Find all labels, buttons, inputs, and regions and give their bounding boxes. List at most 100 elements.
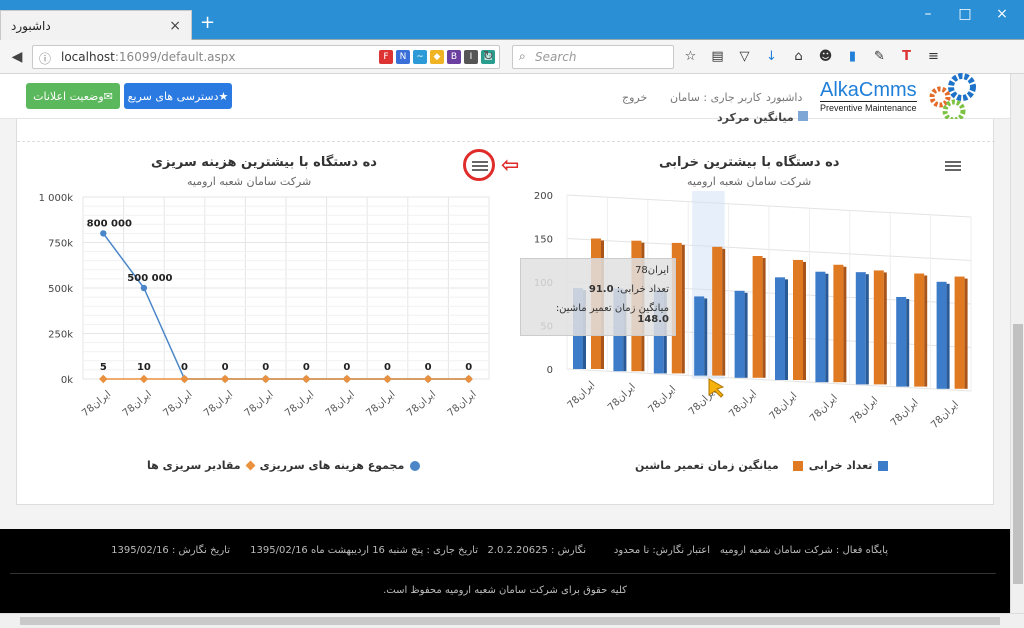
tooltip-title: ایران78 — [635, 265, 669, 276]
legend-cost-label[interactable]: مجموع هزینه های سرریزی — [260, 459, 405, 472]
text-t-icon[interactable]: T — [898, 48, 915, 65]
vertical-scrollbar[interactable] — [1010, 74, 1024, 614]
page-footer: پایگاه فعال : شرکت سامان شعبه ارومیه اعت… — [0, 529, 1010, 613]
quick-access-button[interactable]: ★ دسترسی های سریع — [124, 83, 232, 109]
legend-cost-marker — [410, 460, 421, 471]
download-icon[interactable]: ↓ — [763, 48, 780, 65]
library-icon[interactable]: ▮ — [844, 48, 861, 65]
close-tab-icon[interactable]: × — [169, 18, 181, 34]
gears-icon — [929, 73, 976, 123]
ext-bootstrap-icon[interactable]: B — [447, 50, 461, 64]
bookmark-star-icon[interactable]: ☆ — [682, 48, 699, 65]
browser-tab[interactable]: داشبورد × — [0, 10, 192, 40]
failures-bar — [815, 271, 826, 383]
cost-data-label: 500 000 — [127, 273, 172, 284]
y-tick-label: 0 — [547, 365, 553, 376]
x-tick-label: ایران78 — [727, 388, 759, 420]
menu-current-user[interactable]: کاربر جاری : سامان — [670, 91, 761, 104]
address-bar[interactable]: ⓘ localhost:16099/default.aspx F N ~ ◆ B… — [32, 45, 500, 69]
vertical-scroll-thumb[interactable] — [1013, 324, 1023, 584]
notifications-button[interactable]: ✉ وضعیت اعلانات — [26, 83, 120, 109]
close-window-icon[interactable]: × — [992, 6, 1012, 22]
tools-icon[interactable]: ✎ — [871, 48, 888, 65]
pocket-icon[interactable]: ▽ — [736, 48, 753, 65]
back-arrow-icon[interactable]: ◀ — [6, 46, 28, 68]
megaphone-icon: ✉ — [103, 89, 113, 103]
legend-repair-label[interactable]: میانگین زمان تعمیر ماشین — [635, 459, 779, 472]
failures-bar-side — [704, 298, 708, 376]
divider — [17, 141, 995, 142]
failures-bar — [936, 281, 947, 389]
footer-today: تاریخ جاری : پنج شنبه 16 اردیبهشت ماه 13… — [250, 545, 478, 556]
tooltip-line2: میانگین زمان تعمیر ماشین: 148.0 — [555, 303, 669, 325]
x-tick-label: ایران78 — [121, 389, 154, 419]
menu-logout[interactable]: خروج — [622, 91, 647, 104]
legend-count-label[interactable]: مقادیر سریزی ها — [147, 459, 241, 472]
home-icon[interactable]: ⌂ — [790, 48, 807, 65]
repair-bar-side — [843, 266, 847, 383]
browser-navbar: ◀ ⓘ localhost:16099/default.aspx F N ~ ◆… — [0, 40, 1024, 74]
right-chart-legend: تعداد خرابی میانگین زمان تعمیر ماشین — [635, 459, 889, 472]
failures-bar-side — [865, 274, 869, 385]
x-tick-label: ایران78 — [808, 393, 840, 425]
repair-bar — [712, 246, 723, 376]
footer-version: نگارش : 2.0.2.20625 — [487, 545, 586, 556]
info-icon[interactable]: ⓘ — [39, 50, 51, 67]
repair-bar — [873, 270, 884, 385]
y-tick-label: 1 000k — [39, 193, 74, 204]
emoji-icon[interactable]: ☻ — [817, 48, 834, 65]
extension-icons: F N ~ ◆ B I ▦ — [379, 50, 495, 64]
maximize-icon[interactable]: □ — [955, 6, 975, 22]
search-icon: ⌕ — [519, 49, 526, 63]
minimize-icon[interactable]: – — [918, 6, 938, 22]
horizontal-scroll-thumb[interactable] — [20, 617, 1000, 625]
menu-dashboard[interactable]: داشبورد — [766, 91, 802, 104]
url-text: localhost:16099/default.aspx — [61, 50, 236, 64]
count-data-label: 0 — [343, 362, 350, 373]
x-tick-label: ایران78 — [446, 389, 479, 419]
legend-repair-swatch — [792, 460, 803, 471]
left-chart-title: ده دستگاه با بیشترین هزینه سریزی — [151, 155, 377, 170]
horizontal-scrollbar[interactable] — [0, 613, 1024, 628]
x-tick-label: ایران78 — [364, 389, 397, 419]
count-data-label: 0 — [181, 362, 188, 373]
repair-bar-side — [722, 248, 726, 376]
new-tab-button[interactable]: + — [200, 12, 215, 33]
failures-bar-side — [946, 283, 950, 389]
x-tick-label: ایران78 — [243, 389, 276, 419]
legend-failures-label[interactable]: تعداد خرابی — [809, 459, 873, 472]
left-chart-subtitle: شرکت سامان شعبه ارومیه — [187, 175, 312, 188]
ext-iis-icon[interactable]: I — [464, 50, 478, 64]
count-data-label: 0 — [384, 362, 391, 373]
app-logo[interactable]: AlkaCmms Preventive Maintenance — [818, 73, 984, 123]
x-tick-label: ایران78 — [606, 382, 638, 414]
count-point — [261, 374, 270, 384]
ext-blue-icon[interactable]: N — [396, 50, 410, 64]
ext-shield-icon[interactable]: ◆ — [430, 50, 444, 64]
right-chart-menu-icon[interactable] — [945, 159, 961, 173]
left-chart-menu-icon[interactable] — [472, 159, 488, 173]
repair-bar — [833, 264, 844, 383]
footer-copyright: کلیه حقوق برای شرکت سامان شعبه ارومیه مح… — [383, 585, 627, 596]
repair-bar — [954, 276, 965, 389]
menu-icon[interactable]: ≡ — [925, 48, 942, 65]
x-tick-label: ایران78 — [566, 379, 598, 411]
repair-bar-side — [681, 244, 685, 374]
footer-divider — [10, 573, 996, 574]
ext-wave-icon[interactable]: ~ — [413, 50, 427, 64]
main-content: میانگین مرکرد ده دستگاه با بیشترین هزینه… — [0, 111, 1010, 529]
repair-bar-side — [964, 278, 968, 389]
repair-bar-side — [762, 258, 766, 378]
reading-list-icon[interactable]: ▤ — [709, 48, 726, 65]
count-point — [139, 374, 149, 384]
reload-icon[interactable]: ↻ — [483, 49, 494, 64]
ext-firebug-icon[interactable]: F — [379, 50, 393, 64]
x-tick-label: ایران78 — [929, 399, 961, 431]
repair-bar — [793, 259, 803, 380]
x-tick-label: ایران78 — [324, 389, 357, 419]
logo-title: AlkaCmms — [820, 79, 917, 101]
count-data-label: 0 — [425, 362, 432, 373]
search-box[interactable]: ⌕ Search — [512, 45, 674, 69]
partial-legend: میانگین مرکرد — [717, 111, 808, 124]
x-tick-label: ایران78 — [161, 389, 194, 419]
